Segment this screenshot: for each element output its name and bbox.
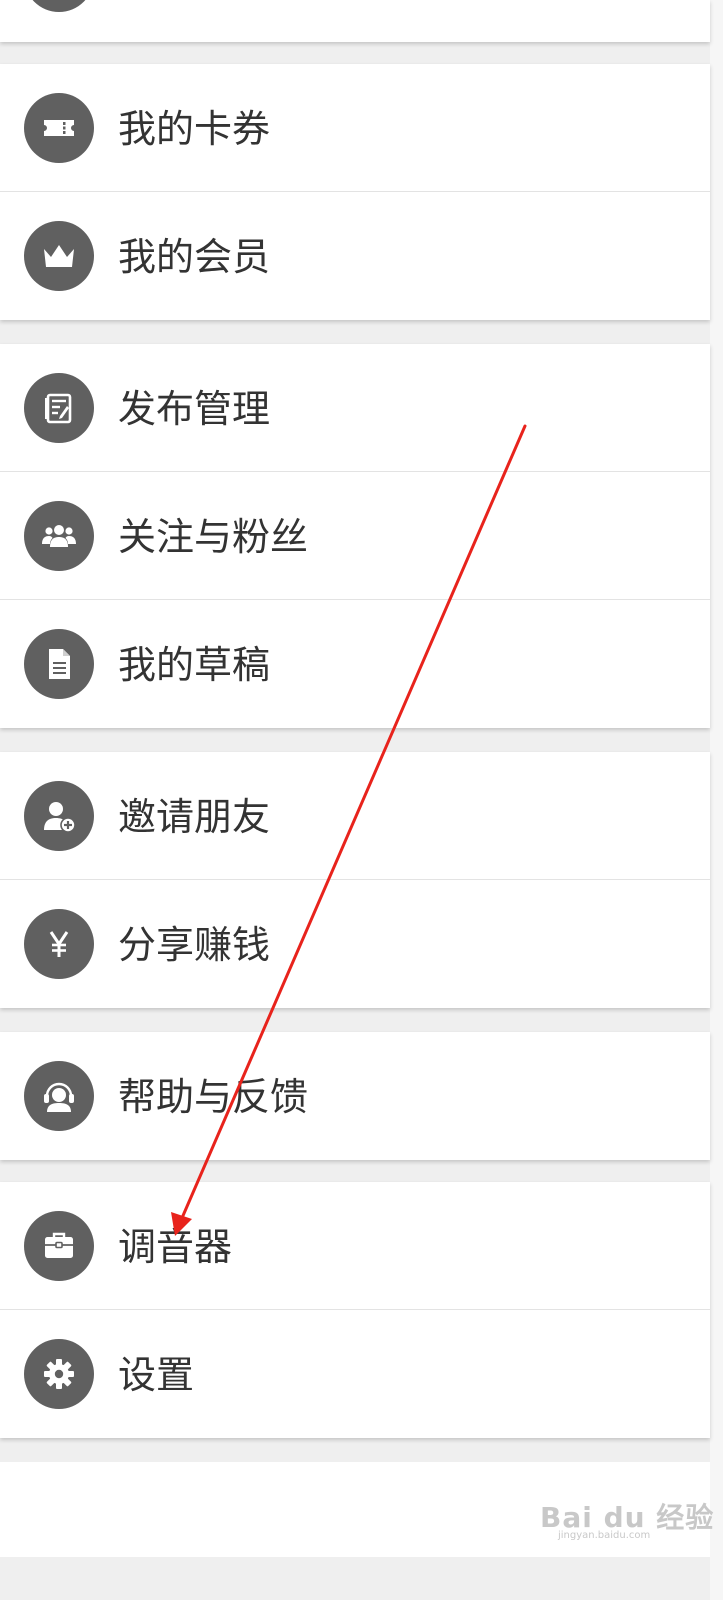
headset-icon (24, 1061, 94, 1131)
screen-edge (710, 0, 723, 1600)
menu-item-label: 设置 (118, 1353, 195, 1397)
menu-item-label: 关注与粉丝 (118, 515, 309, 559)
toolbox-icon (24, 1211, 94, 1281)
menu-item-settings[interactable]: 设置 (0, 1310, 710, 1438)
menu-item-publish-management[interactable]: 发布管理 (0, 344, 710, 472)
menu-item-my-membership[interactable]: 我的会员 (0, 192, 710, 320)
crown-icon (24, 221, 94, 291)
menu-item-label: 帮助与反馈 (118, 1075, 309, 1119)
menu-item-label: 我的卡券 (118, 107, 271, 151)
menu-item-label: 我的草稿 (118, 643, 271, 687)
menu-item-label: 调音器 (118, 1225, 233, 1269)
menu-group-cards: 我的卡券 我的会员 (0, 64, 710, 320)
gear-icon (24, 1339, 94, 1409)
menu-group-tools: 调音器 设置 (0, 1182, 710, 1438)
menu-item-help-feedback[interactable]: 帮助与反馈 (0, 1032, 710, 1160)
menu-item-invite-friends[interactable]: 邀请朋友 (0, 752, 710, 880)
baidu-watermark: Bai du 经验 jingyan.baidu.com (540, 1490, 713, 1541)
menu-item-tuner[interactable]: 调音器 (0, 1182, 710, 1310)
previous-item-icon (24, 0, 94, 12)
yen-icon (24, 909, 94, 979)
menu-item-follows-and-fans[interactable]: 关注与粉丝 (0, 472, 710, 600)
ticket-icon (24, 93, 94, 163)
add-user-icon (24, 781, 94, 851)
menu-item-label: 发布管理 (118, 387, 271, 431)
publish-icon (24, 373, 94, 443)
menu-item-share-earn[interactable]: 分享赚钱 (0, 880, 710, 1008)
menu-group-content: 发布管理 关注与粉丝 我的草稿 (0, 344, 710, 728)
menu-group-social: 邀请朋友 分享赚钱 (0, 752, 710, 1008)
previous-menu-card (0, 0, 710, 42)
menu-item-label: 邀请朋友 (118, 795, 271, 839)
menu-group-help: 帮助与反馈 (0, 1032, 710, 1160)
group-icon (24, 501, 94, 571)
menu-item-my-drafts[interactable]: 我的草稿 (0, 600, 710, 728)
document-icon (24, 629, 94, 699)
menu-item-label: 我的会员 (118, 235, 271, 279)
menu-item-my-coupons[interactable]: 我的卡券 (0, 64, 710, 192)
watermark-url: jingyan.baidu.com (558, 1530, 651, 1541)
menu-item-label: 分享赚钱 (118, 923, 271, 967)
